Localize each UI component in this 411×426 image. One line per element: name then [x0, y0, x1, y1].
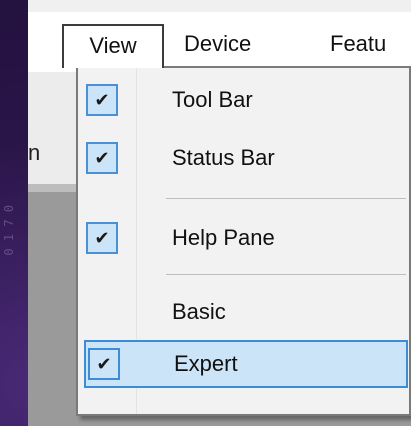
menu-device[interactable]: Device [170, 24, 265, 68]
view-dropdown-menu: ✔ Tool Bar ✔ Status Bar ✔ Help Pane Basi… [76, 66, 411, 416]
check-icon: ✔ [88, 348, 120, 380]
menu-item-label: Tool Bar [172, 87, 253, 112]
background-decoration: 0 1 7 0 [2, 205, 16, 256]
menu-item-label: Status Bar [172, 145, 275, 170]
check-icon: ✔ [86, 84, 118, 116]
menu-view[interactable]: View [62, 24, 164, 68]
menu-item-help-pane[interactable]: ✔ Help Pane [78, 214, 409, 262]
menu-features[interactable]: Featu [316, 24, 400, 68]
menu-bar: View Device Featu [28, 0, 411, 72]
check-icon: ✔ [86, 142, 118, 174]
menu-separator [166, 274, 406, 275]
menu-separator [166, 198, 406, 199]
partial-label-left: n [28, 140, 41, 165]
menu-item-label: Expert [174, 351, 238, 376]
menu-item-label: Basic [172, 299, 226, 324]
menu-item-status-bar[interactable]: ✔ Status Bar [78, 134, 409, 182]
application-window: View Device Featu n te ✔ Tool Bar ✔ Stat… [28, 0, 411, 426]
menu-item-tool-bar[interactable]: ✔ Tool Bar [78, 76, 409, 124]
menu-item-label: Help Pane [172, 225, 275, 250]
check-icon: ✔ [86, 222, 118, 254]
title-strip [28, 0, 411, 12]
menu-item-expert[interactable]: ✔ Expert [84, 340, 408, 388]
menu-item-basic[interactable]: Basic [78, 288, 409, 336]
